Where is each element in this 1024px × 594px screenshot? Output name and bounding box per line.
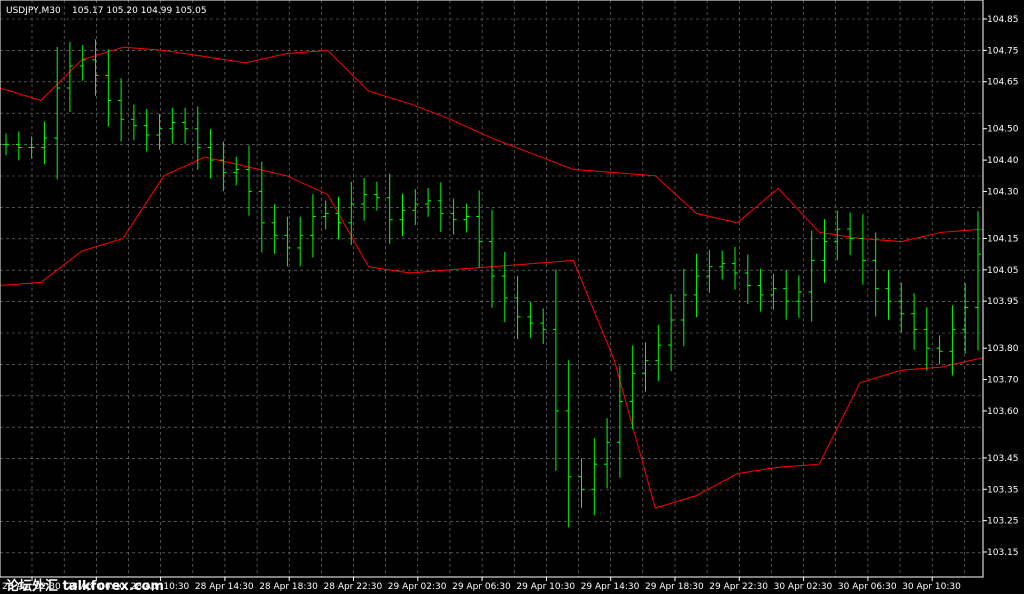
y-tick-label: 104.65: [987, 78, 1019, 88]
ohlc-label: 105.17 105.20 104.99 105.05: [72, 6, 207, 16]
y-tick-label: 104.15: [987, 234, 1019, 244]
y-tick-label: 104.85: [987, 15, 1019, 25]
watermark-text: 论坛外汇 talkforex.com: [6, 578, 164, 594]
y-tick-label: 103.25: [987, 517, 1019, 527]
x-tick-label: 29 Apr 14:30: [581, 582, 640, 592]
y-tick-label: 103.35: [987, 485, 1019, 495]
x-tick-label: 28 Apr 14:30: [195, 582, 254, 592]
x-tick-label: 29 Apr 10:30: [516, 582, 575, 592]
y-tick-label: 104.50: [987, 125, 1019, 135]
y-tick-label: 104.05: [987, 266, 1019, 276]
price-chart[interactable]: 104.85 104.75 104.65 104.50 104.40 104.30 104.…: [0, 0, 1024, 594]
x-tick-label: 29 Apr 18:30: [645, 582, 704, 592]
x-tick-label: 28 Apr 18:30: [259, 582, 318, 592]
y-tick-label: 103.95: [987, 297, 1019, 307]
chart-background: [0, 0, 1024, 594]
y-tick-label: 103.45: [987, 454, 1019, 464]
x-tick-label: 29 Apr 06:30: [452, 582, 511, 592]
x-tick-label: 30 Apr 10:30: [902, 582, 961, 592]
y-tick-label: 103.80: [987, 344, 1019, 354]
symbol-label: USDJPY,M30: [6, 6, 61, 16]
y-tick-label: 104.40: [987, 156, 1019, 166]
y-tick-label: 103.15: [987, 548, 1019, 558]
x-tick-label: 30 Apr 06:30: [838, 582, 897, 592]
x-tick-label: 30 Apr 02:30: [774, 582, 833, 592]
x-tick-label: 29 Apr 22:30: [709, 582, 768, 592]
y-tick-label: 103.60: [987, 407, 1019, 417]
x-tick-label: 29 Apr 02:30: [388, 582, 447, 592]
y-tick-label: 104.75: [987, 46, 1019, 56]
y-tick-label: 104.30: [987, 187, 1019, 197]
y-tick-label: 103.70: [987, 376, 1019, 386]
x-tick-label: 28 Apr 22:30: [324, 582, 383, 592]
